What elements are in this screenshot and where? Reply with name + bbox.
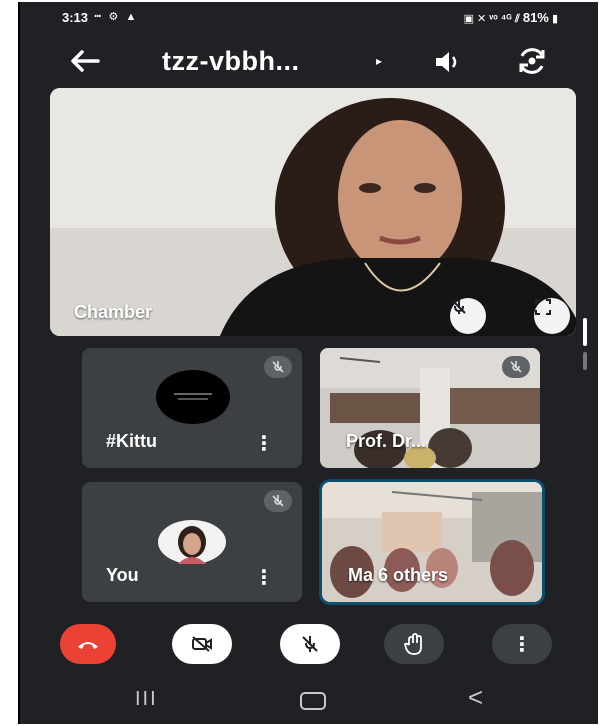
- participant-name: Prof. Dr...: [346, 431, 427, 451]
- status-notification-icons: ⵈ ⚙ ▲: [94, 11, 139, 23]
- meeting-header: tzz-vbbh... ▸: [20, 36, 598, 88]
- participant-names: Ma 6 others: [348, 565, 448, 586]
- more-options-button[interactable]: ⋮: [492, 624, 552, 664]
- muted-mic-icon: [264, 490, 292, 512]
- participant-video: [50, 88, 576, 336]
- participant-tile-others[interactable]: Ma 6 others: [322, 482, 542, 602]
- meeting-code[interactable]: tzz-vbbh...: [162, 46, 299, 77]
- status-time: 3:13: [62, 10, 89, 25]
- recents-button[interactable]: III: [135, 688, 158, 711]
- mic-off-button[interactable]: [280, 624, 340, 664]
- status-signal-icons: ▣ ✕ ᵛᵒ ⁴ᴳ ⫽: [463, 13, 520, 25]
- participant-tile-prof[interactable]: Prof. Dr...: [320, 348, 540, 468]
- others-count: 6 others: [378, 565, 449, 585]
- call-controls: ⋮: [20, 614, 598, 674]
- system-back-button[interactable]: <: [468, 682, 483, 713]
- meeting-info-caret-icon[interactable]: ▸: [376, 54, 382, 68]
- participant-name: Chamber: [74, 302, 153, 322]
- fullscreen-icon[interactable]: [534, 298, 570, 334]
- android-nav-bar: III <: [20, 678, 598, 724]
- raise-hand-button[interactable]: [384, 624, 444, 664]
- avatar: [156, 520, 228, 564]
- scrollbar-thumb[interactable]: [583, 318, 587, 346]
- participant-tile-kittu[interactable]: #Kittu ⋮: [82, 348, 302, 468]
- participant-name: Ma: [348, 565, 374, 585]
- muted-mic-icon: [264, 356, 292, 378]
- battery-percentage: 81%: [522, 10, 549, 25]
- more-options-icon[interactable]: ⋮: [254, 434, 274, 454]
- hand-icon: [404, 633, 422, 655]
- back-arrow-icon[interactable]: [68, 46, 102, 82]
- participant-name: #Kittu: [106, 431, 157, 451]
- camera-off-button[interactable]: [172, 624, 232, 664]
- scrollbar-track: [583, 352, 587, 370]
- avatar: [156, 370, 230, 424]
- mic-off-icon: [302, 636, 318, 652]
- battery-icon: ▮: [551, 13, 558, 25]
- end-call-button[interactable]: [60, 624, 116, 664]
- switch-camera-icon[interactable]: [516, 46, 548, 81]
- status-bar: 3:13 ⵈ ⚙ ▲ ▣ ✕ ᵛᵒ ⁴ᴳ ⫽ 81% ▮: [20, 2, 598, 34]
- status-system-icons: ▣ ✕ ᵛᵒ ⁴ᴳ ⫽ 81% ▮: [464, 10, 558, 26]
- phone-screen: 3:13 ⵈ ⚙ ▲ ▣ ✕ ᵛᵒ ⁴ᴳ ⫽ 81% ▮ tzz-vbbh...…: [18, 2, 598, 724]
- speaker-icon[interactable]: [432, 48, 462, 81]
- camera-off-icon: [192, 636, 212, 652]
- participant-name: You: [106, 565, 139, 585]
- muted-mic-icon: [502, 356, 530, 378]
- more-vert-icon: ⋮: [512, 633, 532, 656]
- muted-mic-icon: [450, 298, 486, 334]
- participant-tile-you[interactable]: You ⋮: [82, 482, 302, 602]
- more-options-icon[interactable]: ⋮: [254, 568, 274, 588]
- main-participant-tile[interactable]: Chamber: [50, 88, 576, 336]
- home-button[interactable]: [300, 692, 326, 710]
